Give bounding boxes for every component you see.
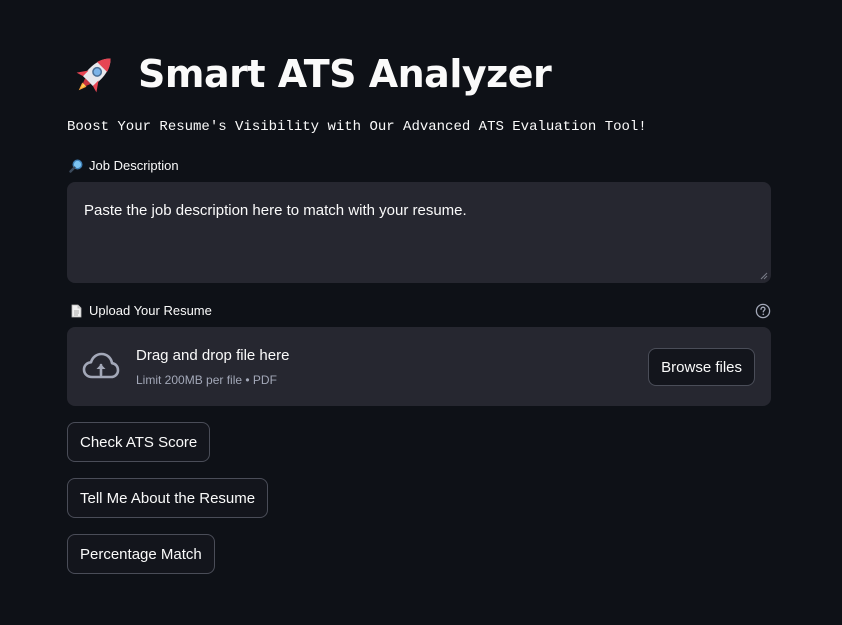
upload-label: Upload Your Resume [89,303,212,318]
job-description-placeholder: Paste the job description here to match … [84,202,467,219]
dropzone-title: Drag and drop file here [136,347,290,364]
resize-handle-icon[interactable] [760,272,768,280]
job-description-label: Job Description [89,158,179,173]
page-header: Smart ATS Analyzer [70,48,552,100]
document-icon [71,304,82,317]
question-circle-icon[interactable] [755,303,771,319]
browse-files-button[interactable]: Browse files [648,348,755,386]
cloud-upload-icon [82,352,120,379]
job-description-textarea[interactable]: Paste the job description here to match … [67,182,771,283]
app-page: Smart ATS Analyzer Boost Your Resume's V… [0,0,842,625]
percentage-match-button[interactable]: Percentage Match [67,534,215,574]
dropzone-limit: Limit 200MB per file • PDF [136,373,277,387]
magnifier-icon [69,158,83,173]
page-subtitle: Boost Your Resume's Visibility with Our … [67,119,647,135]
file-dropzone[interactable]: Drag and drop file here Limit 200MB per … [67,327,771,406]
check-ats-score-button[interactable]: Check ATS Score [67,422,211,462]
page-title: Smart ATS Analyzer [138,52,552,96]
job-description-label-row: Job Description [69,158,179,173]
upload-label-row: Upload Your Resume [69,303,212,318]
tell-me-about-resume-button[interactable]: Tell Me About the Resume [67,478,269,518]
rocket-icon [76,58,111,93]
